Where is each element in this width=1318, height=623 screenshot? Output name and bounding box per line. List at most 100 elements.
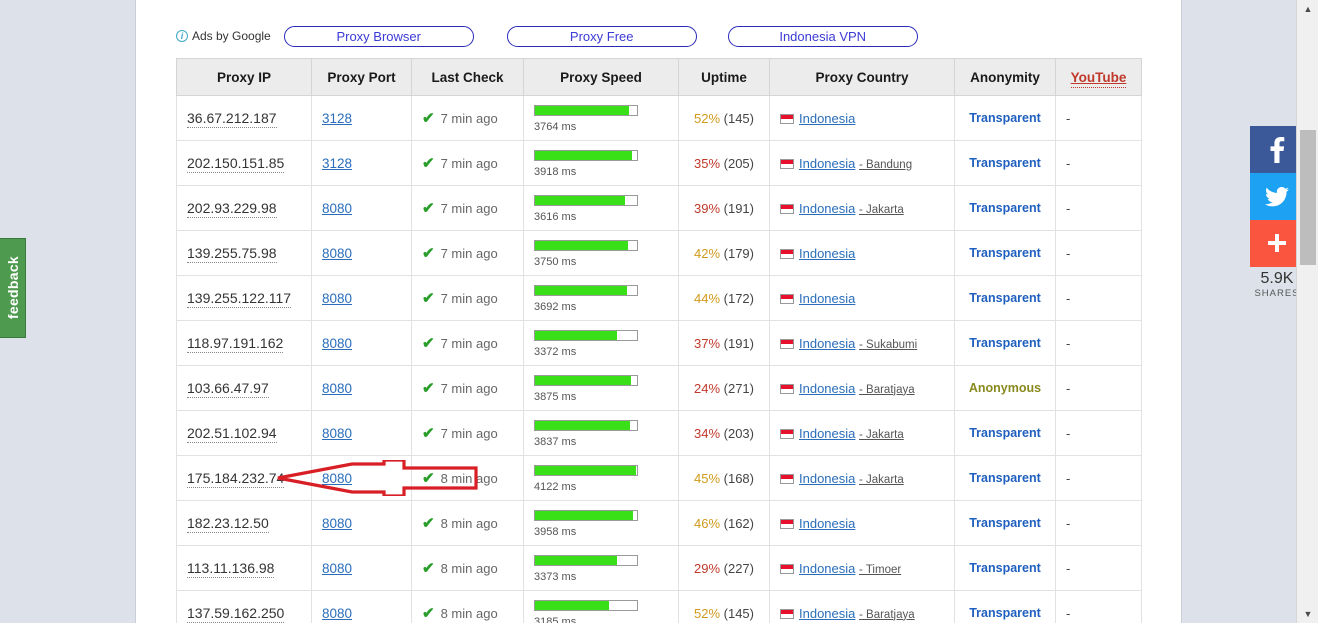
cell-youtube: - — [1055, 230, 1142, 276]
proxy-port-link[interactable]: 8080 — [322, 606, 352, 621]
cell-youtube: - — [1055, 185, 1142, 231]
cell-uptime: 45% (168) — [678, 455, 770, 501]
uptime-count: (205) — [723, 155, 754, 171]
ad-link-indonesia-vpn[interactable]: Indonesia VPN — [727, 25, 918, 47]
speed-bar — [534, 555, 638, 566]
proxy-port-link[interactable]: 8080 — [322, 381, 352, 396]
cell-proxy-speed: 3372 ms — [523, 320, 679, 366]
cell-proxy-country: Indonesia - Jakarta — [769, 410, 955, 456]
twitter-icon — [1265, 186, 1289, 206]
vertical-scrollbar[interactable]: ▲ ▼ — [1296, 0, 1318, 623]
column-header-anonymity[interactable]: Anonymity — [954, 58, 1056, 96]
proxy-port-link[interactable]: 3128 — [322, 111, 352, 126]
ads-by-google[interactable]: i Ads by Google — [176, 29, 271, 43]
country-city[interactable]: - Sukabumi — [859, 339, 917, 351]
country-link[interactable]: Indonesia — [799, 111, 855, 126]
country-link[interactable]: Indonesia — [799, 246, 855, 261]
table-row: 103.66.47.97 8080 ✔ 7 min ago 3875 ms 24% (27… — [176, 365, 1142, 411]
uptime-count: (271) — [723, 380, 754, 396]
proxy-port-link[interactable]: 8080 — [322, 201, 352, 216]
proxy-port-link[interactable]: 3128 — [322, 156, 352, 171]
check-mark-icon: ✔ — [422, 110, 435, 127]
cell-proxy-port: 8080 — [311, 320, 412, 366]
column-header-proxy-ip[interactable]: Proxy IP — [176, 58, 312, 96]
country-link[interactable]: Indonesia — [799, 561, 855, 576]
feedback-tab[interactable]: feedback — [0, 238, 26, 338]
uptime-percent: 29% — [693, 560, 721, 576]
table-row: 202.51.102.94 8080 ✔ 7 min ago 3837 ms 34% (2… — [176, 410, 1142, 456]
country-link[interactable]: Indonesia — [799, 606, 855, 621]
speed-bar-fill — [535, 331, 617, 340]
table-row: 182.23.12.50 8080 ✔ 8 min ago 3958 ms 46% (16… — [176, 500, 1142, 546]
cell-proxy-ip: 202.150.151.85 — [176, 140, 312, 186]
scroll-up-arrow-icon[interactable]: ▲ — [1297, 0, 1318, 18]
uptime-count: (145) — [723, 605, 754, 621]
country-city[interactable]: - Bandung — [859, 159, 912, 171]
cell-anonymity: Transparent — [954, 95, 1056, 141]
country-link[interactable]: Indonesia — [799, 336, 855, 351]
column-header-proxy-country[interactable]: Proxy Country — [769, 58, 955, 96]
country-link[interactable]: Indonesia — [799, 291, 855, 306]
speed-bar-fill — [535, 241, 628, 250]
proxy-port-link[interactable]: 8080 — [322, 336, 352, 351]
cell-proxy-speed: 3958 ms — [523, 500, 679, 546]
ad-link-proxy-browser[interactable]: Proxy Browser — [283, 25, 474, 47]
country-link[interactable]: Indonesia — [799, 426, 855, 441]
country-link[interactable]: Indonesia — [799, 471, 855, 486]
proxy-ip-value: 36.67.212.187 — [187, 110, 277, 128]
speed-bar — [534, 420, 638, 431]
check-mark-icon: ✔ — [422, 380, 435, 397]
scrollbar-thumb[interactable] — [1300, 130, 1316, 265]
cell-proxy-speed: 4122 ms — [523, 455, 679, 501]
speed-bar — [534, 330, 638, 341]
proxy-ip-value: 103.66.47.97 — [187, 380, 269, 398]
country-link[interactable]: Indonesia — [799, 381, 855, 396]
cell-uptime: 34% (203) — [678, 410, 770, 456]
youtube-header-label: YouTube — [1070, 69, 1127, 88]
page-background-right — [1182, 0, 1296, 623]
check-mark-icon: ✔ — [422, 470, 435, 487]
country-city[interactable]: - Jakarta — [859, 204, 904, 216]
cell-youtube: - — [1055, 545, 1142, 591]
uptime-percent: 52% — [693, 605, 721, 621]
proxy-port-link[interactable]: 8080 — [322, 246, 352, 261]
youtube-value: - — [1066, 425, 1071, 441]
ad-link-proxy-free[interactable]: Proxy Free — [506, 25, 697, 47]
check-mark-icon: ✔ — [422, 560, 435, 577]
proxy-port-link[interactable]: 8080 — [322, 291, 352, 306]
country-city[interactable]: - Baratjaya — [859, 609, 915, 621]
indonesia-flag-icon — [780, 203, 794, 214]
uptime-percent: 34% — [693, 425, 721, 441]
speed-bar — [534, 465, 638, 476]
country-city[interactable]: - Jakarta — [859, 429, 904, 441]
youtube-value: - — [1066, 560, 1071, 576]
country-city[interactable]: - Baratjaya — [859, 384, 915, 396]
uptime-percent: 46% — [693, 515, 721, 531]
scroll-down-arrow-icon[interactable]: ▼ — [1297, 605, 1318, 623]
anonymity-value: Transparent — [969, 246, 1041, 260]
cell-proxy-country: Indonesia — [769, 275, 955, 321]
speed-bar-fill — [535, 286, 627, 295]
plus-icon — [1268, 233, 1286, 252]
country-city[interactable]: - Jakarta — [859, 474, 904, 486]
ads-by-google-label: Ads by Google — [192, 29, 271, 43]
column-header-proxy-port[interactable]: Proxy Port — [311, 58, 412, 96]
country-city[interactable]: - Timoer — [859, 564, 901, 576]
column-header-youtube[interactable]: YouTube — [1055, 58, 1142, 96]
speed-value: 3764 ms — [534, 121, 577, 133]
column-header-proxy-speed[interactable]: Proxy Speed — [523, 58, 679, 96]
cell-proxy-ip: 118.97.191.162 — [176, 320, 312, 366]
country-link[interactable]: Indonesia — [799, 516, 855, 531]
indonesia-flag-icon — [780, 608, 794, 619]
proxy-port-link[interactable]: 8080 — [322, 561, 352, 576]
anonymity-value: Transparent — [969, 111, 1041, 125]
proxy-port-link[interactable]: 8080 — [322, 426, 352, 441]
proxy-port-link[interactable]: 8080 — [322, 516, 352, 531]
column-header-uptime[interactable]: Uptime — [678, 58, 770, 96]
country-link[interactable]: Indonesia — [799, 156, 855, 171]
country-link[interactable]: Indonesia — [799, 201, 855, 216]
column-header-last-check[interactable]: Last Check — [411, 58, 524, 96]
proxy-port-link[interactable]: 8080 — [322, 471, 352, 486]
table-row: 113.11.136.98 8080 ✔ 8 min ago 3373 ms 29% (2… — [176, 545, 1142, 591]
indonesia-flag-icon — [780, 113, 794, 124]
